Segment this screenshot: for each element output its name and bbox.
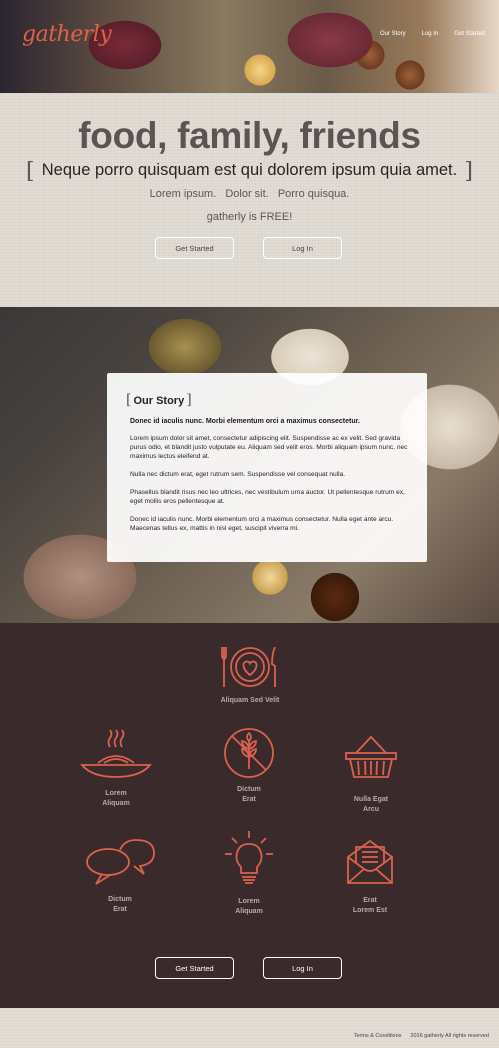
feature-label-line: Erat bbox=[242, 796, 256, 803]
bracket-right-icon: ] bbox=[186, 392, 192, 408]
tagline-text: Neque porro quisquam est qui dolorem ips… bbox=[41, 161, 458, 179]
our-story-card: [Our Story] Donec id iaculis nunc. Morbi… bbox=[107, 373, 427, 562]
feature-item: Lorem Aliquam bbox=[189, 829, 309, 917]
features-section: Aliquam Sed Velit Lorem Aliquam Dictum E… bbox=[0, 623, 499, 1008]
basket-icon bbox=[345, 735, 397, 778]
top-nav: Our Story Log In Get Started bbox=[380, 31, 485, 37]
hero-sub-2: Dolor sit. bbox=[225, 188, 269, 200]
feature-label-line: Aliquam bbox=[235, 908, 263, 915]
story-heading: [Our Story] bbox=[126, 389, 416, 408]
footer-links: Terms & Conditions 2016 gatherly All rig… bbox=[354, 1033, 489, 1039]
feature-label: Erat Lorem Est bbox=[310, 896, 430, 916]
hero-tagline: [ Neque porro quisquam est qui dolorem i… bbox=[26, 159, 473, 185]
chat-bubbles-icon bbox=[86, 839, 155, 885]
nav-log-in[interactable]: Log In bbox=[422, 31, 439, 37]
feature-label-line: Arcu bbox=[363, 806, 379, 813]
hero-free-text: gatherly is FREE! bbox=[206, 211, 293, 223]
feature-label: Nulla Egat Arcu bbox=[311, 795, 431, 815]
feature-label-line: Lorem bbox=[238, 898, 260, 905]
lightbulb-icon bbox=[225, 831, 273, 884]
nav-our-story[interactable]: Our Story bbox=[380, 31, 406, 37]
hero-get-started-button[interactable]: Get Started bbox=[155, 237, 234, 259]
page-footer: Terms & Conditions 2016 gatherly All rig… bbox=[0, 1008, 499, 1048]
feature-label: Dictum Erat bbox=[189, 785, 309, 805]
nav-get-started[interactable]: Get Started bbox=[454, 31, 485, 37]
feature-label: Dictum Erat bbox=[60, 895, 180, 915]
hero-sub-1: Lorem ipsum. bbox=[149, 188, 217, 200]
hero-section: food, family, friends [ Neque porro quis… bbox=[0, 93, 499, 307]
noodle-bowl-icon bbox=[80, 729, 152, 778]
feature-label: Lorem Aliquam bbox=[56, 789, 176, 809]
footer-log-in-button[interactable]: Log In bbox=[263, 957, 342, 979]
footer-get-started-button[interactable]: Get Started bbox=[155, 957, 234, 979]
plate-heart-icon bbox=[221, 646, 276, 687]
feature-label-line: Erat bbox=[363, 897, 377, 904]
envelope-icon bbox=[347, 839, 393, 884]
story-paragraph: Donec id iaculis nunc. Morbi elementum o… bbox=[130, 516, 394, 532]
story-paragraph: Nulla nec dictum erat, eget rutrum sem. … bbox=[130, 471, 346, 478]
feature-label: Lorem Aliquam bbox=[189, 897, 309, 917]
feature-label-line: Dictum bbox=[237, 786, 261, 793]
feature-label-line: Erat bbox=[113, 906, 127, 913]
bracket-left-icon: [ bbox=[126, 392, 132, 408]
feature-label-line: Dictum bbox=[108, 896, 132, 903]
feature-top-label: Aliquam Sed Velit bbox=[220, 697, 280, 704]
terms-link[interactable]: Terms & Conditions bbox=[354, 1033, 402, 1039]
story-lead: Donec id iaculis nunc. Morbi elementum o… bbox=[130, 418, 360, 425]
feature-item: Lorem Aliquam bbox=[56, 729, 176, 809]
feature-top: Aliquam Sed Velit bbox=[190, 644, 310, 706]
feature-label-line: Nulla Egat bbox=[353, 796, 389, 803]
story-heading-text: Our Story bbox=[133, 395, 185, 407]
hero-subtitle: Lorem ipsum. Dolor sit. Porro quisqua. bbox=[0, 188, 499, 200]
story-paragraph: Phasellus blandit risus nec leo ultrices… bbox=[130, 489, 405, 505]
story-paragraph: Lorem ipsum dolor sit amet, consectetur … bbox=[130, 435, 408, 460]
feature-item: Dictum Erat bbox=[60, 838, 180, 915]
hero-title: food, family, friends bbox=[78, 115, 421, 156]
feature-item: Dictum Erat bbox=[189, 727, 309, 805]
feature-label-line: Aliquam bbox=[102, 800, 130, 807]
feature-label-line: Lorem Est bbox=[352, 907, 388, 914]
feature-label-line: Lorem bbox=[105, 790, 127, 797]
feature-item: Erat Lorem Est bbox=[310, 837, 430, 916]
header-photo: gatherly Our Story Log In Get Started bbox=[0, 0, 499, 93]
bracket-right-icon: ] bbox=[464, 159, 473, 184]
feature-item: Nulla Egat Arcu bbox=[311, 733, 431, 815]
hero-log-in-button[interactable]: Log In bbox=[263, 237, 342, 259]
logo[interactable]: gatherly bbox=[22, 22, 112, 47]
copyright-text: 2016 gatherly All rights reserved bbox=[410, 1033, 489, 1039]
no-wheat-icon bbox=[224, 728, 274, 778]
hero-sub-3: Porro quisqua. bbox=[277, 188, 350, 200]
